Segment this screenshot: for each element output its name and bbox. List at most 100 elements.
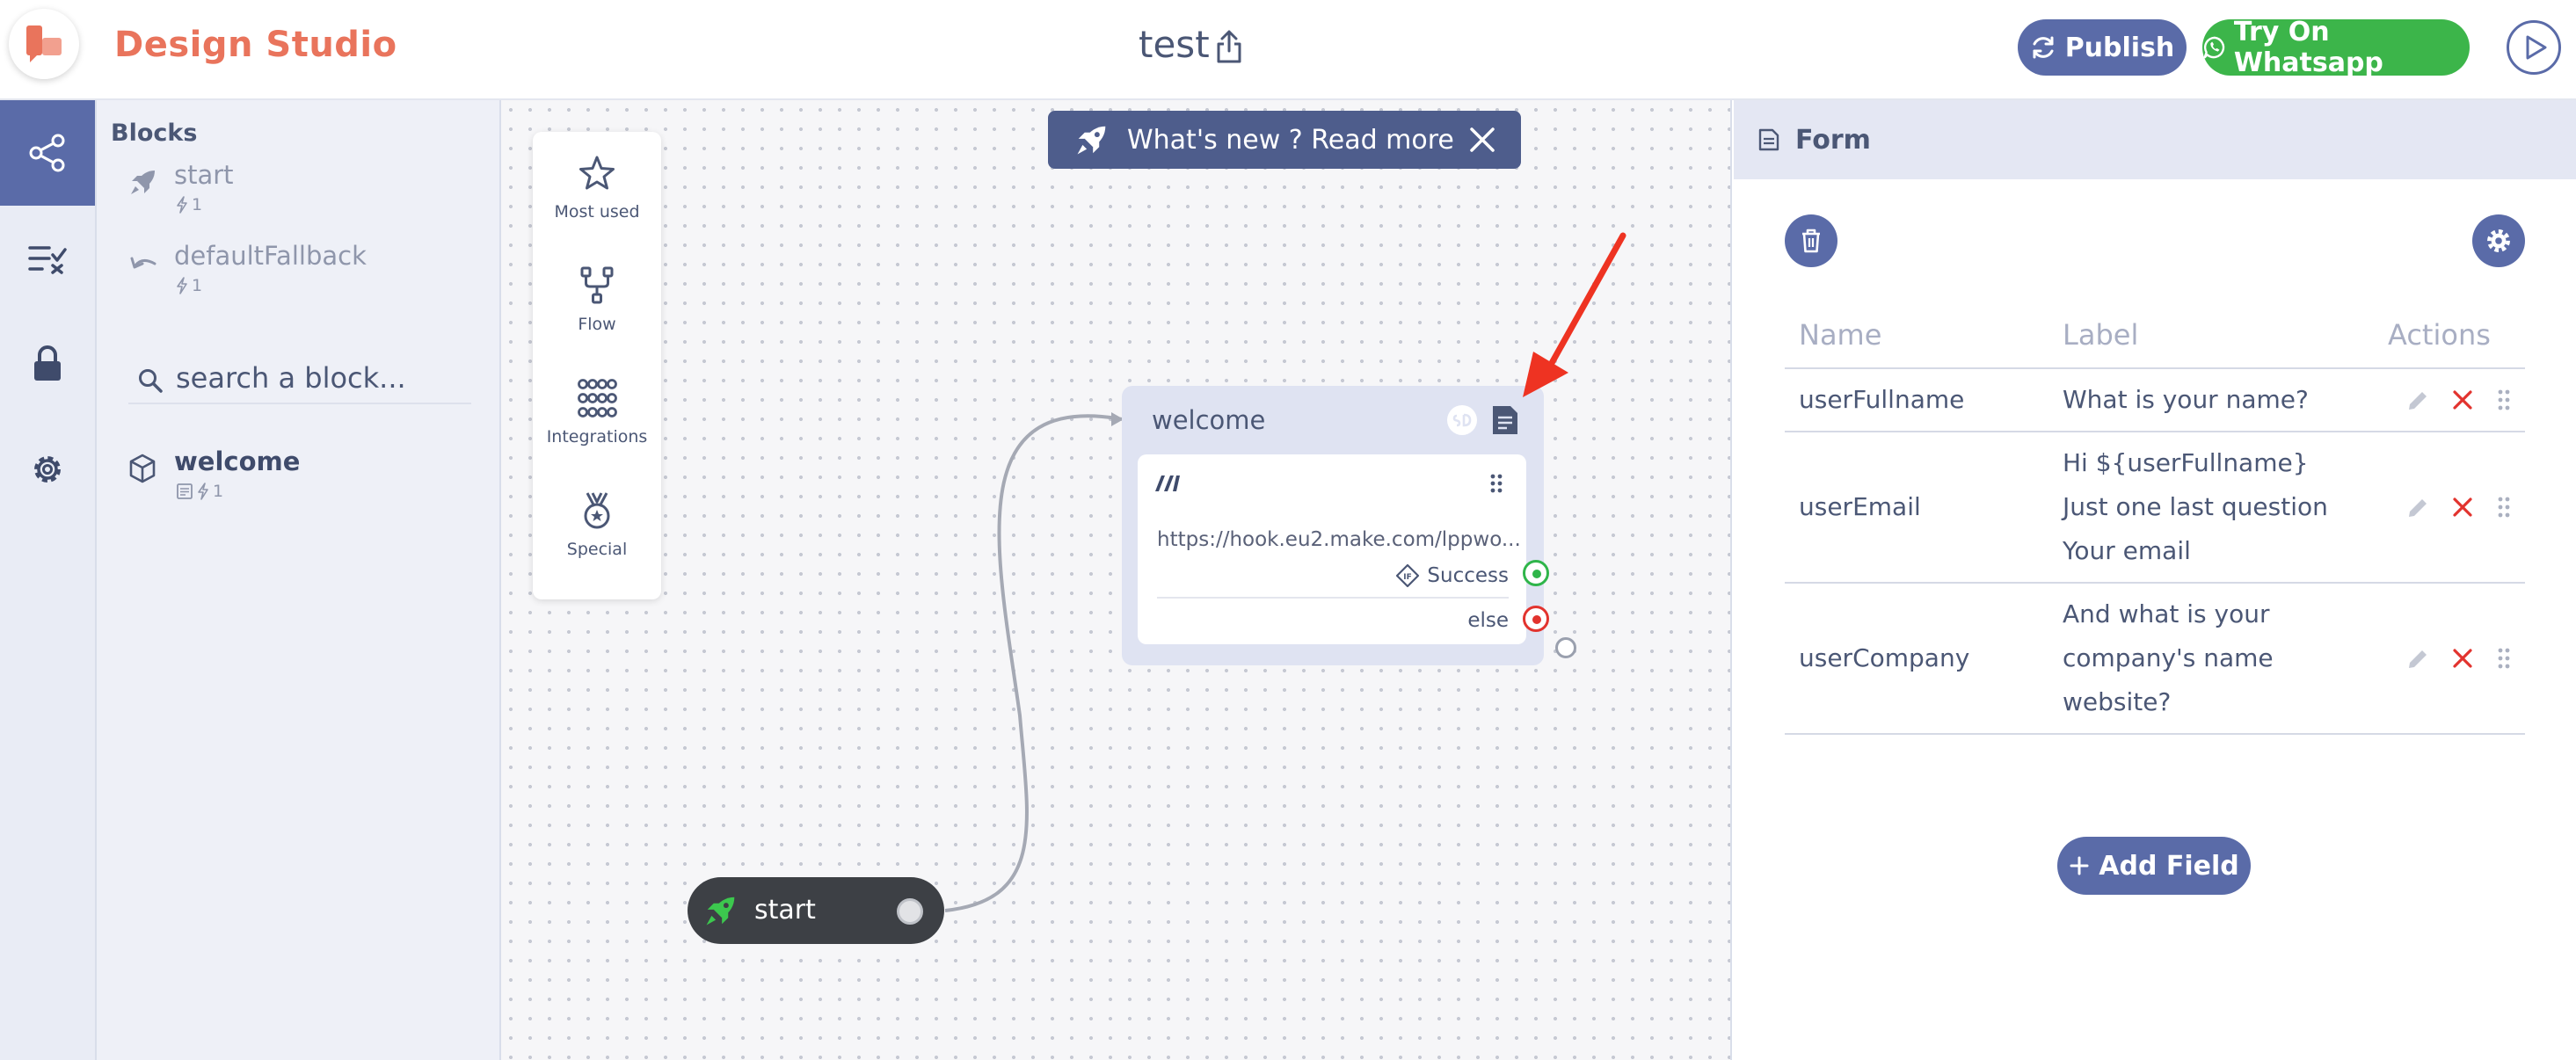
table-row: userFullname What is your name? <box>1785 369 2525 432</box>
add-field-button[interactable]: Add Field <box>2057 837 2251 895</box>
share-nodes-icon <box>29 134 65 172</box>
search-input[interactable] <box>176 360 466 396</box>
form-panel-title: Form <box>1795 125 1871 156</box>
edit-pencil-icon[interactable] <box>2405 496 2430 520</box>
success-branch: IF Success <box>1395 563 1509 588</box>
block-item-label: welcome <box>174 447 301 476</box>
field-label: What is your name? <box>2063 385 2309 414</box>
whatsapp-icon <box>2203 36 2225 59</box>
play-icon <box>2526 35 2547 60</box>
share-export-icon[interactable] <box>1215 30 1243 63</box>
medal-icon <box>577 490 617 531</box>
star-icon <box>577 153 617 193</box>
delete-block-button[interactable] <box>1785 214 1837 267</box>
blocks-panel: Blocks start 1 defaultFallback 1 search … <box>97 100 501 1060</box>
edit-pencil-icon[interactable] <box>2405 388 2430 413</box>
cube-icon <box>128 454 156 483</box>
palette-label: Integrations <box>546 427 648 447</box>
logo-icon <box>26 25 62 62</box>
field-label: And what is your company's name website? <box>2063 599 2274 716</box>
gear-icon <box>34 456 61 483</box>
bolt-icon <box>198 483 208 500</box>
add-field-label: Add Field <box>2099 850 2239 882</box>
delete-field-icon[interactable] <box>2451 388 2474 411</box>
palette-item-flow[interactable]: Flow <box>533 265 661 334</box>
grid-dots-icon <box>577 378 617 418</box>
form-panel-header: Form <box>1734 100 2576 179</box>
else-label: else <box>1467 609 1509 632</box>
block-item-meta: 1 <box>176 482 223 501</box>
gear-icon <box>2487 229 2510 252</box>
bolt-icon <box>177 196 187 214</box>
rocket-icon <box>1074 122 1110 157</box>
start-node[interactable]: start <box>688 877 944 944</box>
delete-field-icon[interactable] <box>2451 496 2474 519</box>
block-item-count: 1 <box>213 482 224 501</box>
palette-label: Flow <box>578 315 616 334</box>
node-title: welcome <box>1152 405 1266 435</box>
undo-icon <box>128 248 158 278</box>
rail-item-checklist[interactable] <box>0 206 95 311</box>
close-icon[interactable] <box>1468 126 1496 154</box>
search-icon <box>137 367 164 394</box>
field-name: userCompany <box>1799 643 1970 672</box>
palette-item-integrations[interactable]: Integrations <box>533 378 661 447</box>
project-title[interactable]: test <box>1139 23 1210 66</box>
rail-item-settings[interactable] <box>0 417 95 522</box>
make-logo-icon <box>1153 474 1182 493</box>
palette-item-special[interactable]: Special <box>533 490 661 559</box>
condition-if-icon: IF <box>1396 563 1420 588</box>
publish-button[interactable]: Publish <box>2018 19 2187 76</box>
drag-handle-icon[interactable] <box>2497 388 2511 411</box>
block-item-count: 1 <box>192 195 203 214</box>
form-icon <box>177 483 193 499</box>
refresh-icon <box>2033 36 2054 59</box>
edit-pencil-icon[interactable] <box>2405 647 2430 672</box>
checklist-icon <box>28 246 67 274</box>
rocket-icon <box>128 167 158 197</box>
form-document-icon[interactable] <box>1489 403 1521 437</box>
publish-label: Publish <box>2064 32 2175 63</box>
drag-handle-icon[interactable] <box>1489 474 1503 493</box>
app-title: Design Studio <box>114 25 397 65</box>
delete-field-icon[interactable] <box>2451 647 2474 670</box>
node-output-port[interactable] <box>1555 637 1576 658</box>
start-output-port[interactable] <box>897 898 923 925</box>
whats-new-text: What's new ? Read more <box>1127 124 1454 156</box>
column-header-actions: Actions <box>2388 318 2491 352</box>
block-item-meta: 1 <box>176 276 202 295</box>
palette-label: Special <box>566 540 628 559</box>
annotation-arrow-icon <box>1523 232 1626 397</box>
form-document-icon <box>1758 128 1779 151</box>
block-settings-button[interactable] <box>2472 214 2525 267</box>
block-search <box>128 355 471 404</box>
column-header-label: Label <box>2063 318 2139 352</box>
preview-play-button[interactable] <box>2507 20 2561 75</box>
rail-item-security[interactable] <box>0 311 95 417</box>
field-label: Hi ${userFullname} Just one last questio… <box>2063 448 2328 565</box>
rail-item-flow[interactable] <box>0 100 95 206</box>
success-port[interactable] <box>1523 560 1549 586</box>
sd-badge-icon[interactable] <box>1445 403 1479 437</box>
rocket-icon <box>703 893 739 928</box>
start-node-label: start <box>754 895 816 926</box>
drag-handle-icon[interactable] <box>2497 496 2511 519</box>
webhook-step-card[interactable]: https://hook.eu2.make.com/lppwo... IF Su… <box>1138 454 1526 644</box>
drag-handle-icon[interactable] <box>2497 647 2511 670</box>
column-header-name: Name <box>1799 318 1882 352</box>
whats-new-banner[interactable]: What's new ? Read more <box>1048 111 1521 169</box>
try-whatsapp-button[interactable]: Try On Whatsapp <box>2202 17 2470 78</box>
top-header: Design Studio test Publish Try On Whatsa… <box>0 0 2576 100</box>
block-palette: Most used Flow Integrations Special <box>533 132 661 599</box>
app-logo[interactable] <box>9 9 79 79</box>
block-item-label: start <box>174 160 234 190</box>
else-port[interactable] <box>1523 606 1549 632</box>
field-name: userEmail <box>1799 492 1921 521</box>
table-row: userEmail Hi ${userFullname} Just one la… <box>1785 432 2525 584</box>
block-item-label: defaultFallback <box>174 241 367 271</box>
field-name: userFullname <box>1799 385 1965 414</box>
form-panel: Form Name Label Actions userFullname Wha… <box>1734 100 2576 1060</box>
palette-item-most-used[interactable]: Most used <box>533 153 661 221</box>
block-node-welcome[interactable]: welcome https://hook.eu2.make.com/lppwo.… <box>1122 386 1544 665</box>
svg-text:IF: IF <box>1404 573 1413 582</box>
